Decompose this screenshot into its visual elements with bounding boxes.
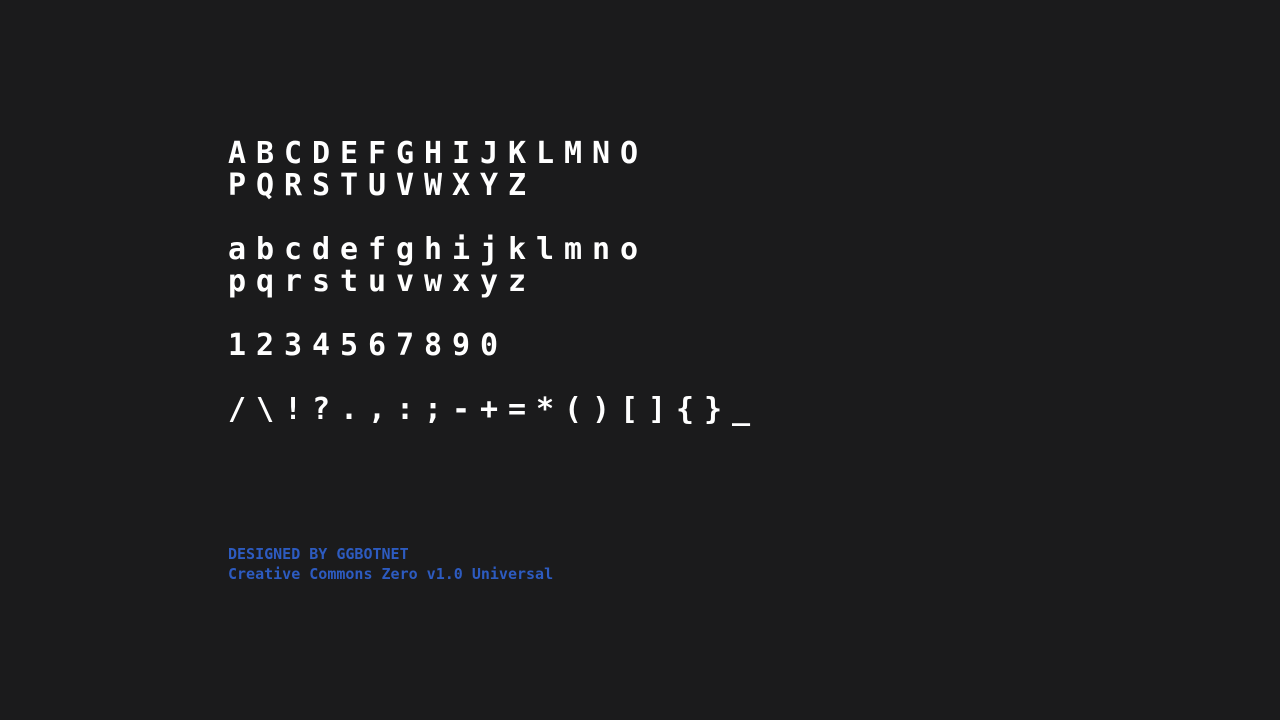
glyph: P bbox=[228, 168, 247, 203]
glyph: g bbox=[396, 232, 415, 267]
glyph-row: pqrstuvwxyz bbox=[228, 266, 868, 298]
glyph: V bbox=[396, 168, 415, 203]
glyph: y bbox=[480, 264, 499, 299]
glyph: p bbox=[228, 264, 247, 299]
glyph: i bbox=[452, 232, 471, 267]
glyph: ( bbox=[564, 392, 583, 427]
glyph: w bbox=[424, 264, 443, 299]
license-credit: Creative Commons Zero v1.0 Universal bbox=[228, 565, 554, 583]
glyph: b bbox=[256, 232, 275, 267]
glyph: ) bbox=[592, 392, 611, 427]
glyph: J bbox=[480, 136, 499, 171]
glyph: 6 bbox=[368, 328, 387, 363]
glyph: z bbox=[508, 264, 527, 299]
glyph: t bbox=[340, 264, 359, 299]
glyph: C bbox=[284, 136, 303, 171]
glyph: s bbox=[312, 264, 331, 299]
glyph: H bbox=[424, 136, 443, 171]
glyph: \ bbox=[256, 392, 275, 427]
glyph: ; bbox=[424, 392, 443, 427]
glyph: 8 bbox=[424, 328, 443, 363]
glyph: _ bbox=[732, 392, 751, 427]
glyph: 4 bbox=[312, 328, 331, 363]
glyph: B bbox=[256, 136, 275, 171]
glyph: Z bbox=[508, 168, 527, 203]
glyph: o bbox=[620, 232, 639, 267]
glyph: R bbox=[284, 168, 303, 203]
glyph: a bbox=[228, 232, 247, 267]
glyph: / bbox=[228, 392, 247, 427]
glyph: l bbox=[536, 232, 555, 267]
glyph: + bbox=[480, 392, 499, 427]
glyph: * bbox=[536, 392, 555, 427]
glyph: f bbox=[368, 232, 387, 267]
glyph: ] bbox=[648, 392, 667, 427]
glyph: T bbox=[340, 168, 359, 203]
glyph: { bbox=[676, 392, 695, 427]
glyph: , bbox=[368, 392, 387, 427]
glyph: E bbox=[340, 136, 359, 171]
glyph-specimen: ABCDEFGHIJKLMNOPQRSTUVWXYZabcdefghijklmn… bbox=[228, 138, 868, 426]
glyph: 0 bbox=[480, 328, 499, 363]
glyph: m bbox=[564, 232, 583, 267]
glyph: N bbox=[592, 136, 611, 171]
glyph: 5 bbox=[340, 328, 359, 363]
glyph: ! bbox=[284, 392, 303, 427]
glyph: Y bbox=[480, 168, 499, 203]
glyph: [ bbox=[620, 392, 639, 427]
glyph: v bbox=[396, 264, 415, 299]
glyph: L bbox=[536, 136, 555, 171]
glyph: n bbox=[592, 232, 611, 267]
glyph-row: PQRSTUVWXYZ bbox=[228, 170, 868, 202]
glyph: S bbox=[312, 168, 331, 203]
glyph: Q bbox=[256, 168, 275, 203]
glyph: } bbox=[704, 392, 723, 427]
glyph-row: abcdefghijklmno bbox=[228, 234, 868, 266]
glyph: = bbox=[508, 392, 527, 427]
credits: DESIGNED BY GGBOTNET Creative Commons Ze… bbox=[228, 544, 553, 584]
glyph: e bbox=[340, 232, 359, 267]
glyph: F bbox=[368, 136, 387, 171]
glyph: K bbox=[508, 136, 527, 171]
glyph: X bbox=[452, 168, 471, 203]
glyph: O bbox=[620, 136, 639, 171]
glyph: 7 bbox=[396, 328, 415, 363]
glyph: q bbox=[256, 264, 275, 299]
glyph: ? bbox=[312, 392, 331, 427]
glyph-row: / \!?.,:; - + = * () [] {} _ bbox=[228, 394, 868, 426]
glyph: : bbox=[396, 392, 415, 427]
glyph: U bbox=[368, 168, 387, 203]
glyph: A bbox=[228, 136, 247, 171]
glyph: r bbox=[284, 264, 303, 299]
glyph-row: 1234567890 bbox=[228, 330, 868, 362]
glyph: 1 bbox=[228, 328, 247, 363]
glyph: u bbox=[368, 264, 387, 299]
glyph: h bbox=[424, 232, 443, 267]
glyph-row: ABCDEFGHIJKLMNO bbox=[228, 138, 868, 170]
glyph: 9 bbox=[452, 328, 471, 363]
glyph: 3 bbox=[284, 328, 303, 363]
glyph: . bbox=[340, 392, 359, 427]
glyph: d bbox=[312, 232, 331, 267]
glyph: k bbox=[508, 232, 527, 267]
glyph: G bbox=[396, 136, 415, 171]
glyph: c bbox=[284, 232, 303, 267]
glyph: x bbox=[452, 264, 471, 299]
glyph: j bbox=[480, 232, 499, 267]
glyph: 2 bbox=[256, 328, 275, 363]
glyph: I bbox=[452, 136, 471, 171]
glyph: - bbox=[452, 392, 471, 427]
glyph: M bbox=[564, 136, 583, 171]
designer-credit: DESIGNED BY GGBOTNET bbox=[228, 545, 409, 563]
glyph: W bbox=[424, 168, 443, 203]
glyph: D bbox=[312, 136, 331, 171]
